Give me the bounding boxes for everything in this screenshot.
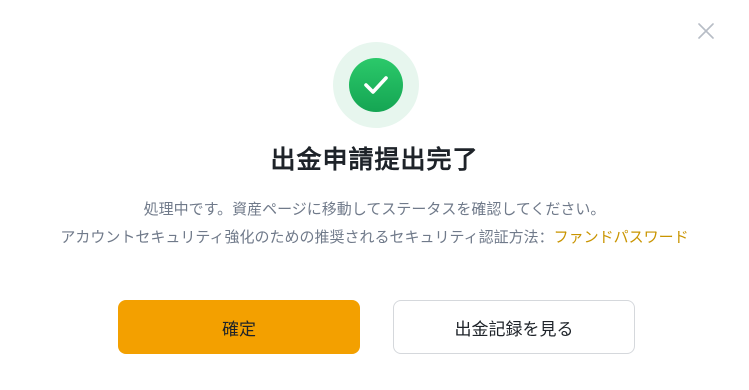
success-circle — [349, 58, 403, 112]
view-withdrawal-history-button[interactable]: 出金記録を見る — [393, 300, 635, 354]
security-recommendation: アカウントセキュリティ強化のための推奨されるセキュリティ認証方法：ファンドパスワ… — [0, 226, 749, 247]
status-message: 処理中です。資産ページに移動してステータスを確認してください。 — [143, 200, 606, 218]
dialog-title: 出金申請提出完了 — [270, 145, 479, 174]
withdrawal-success-dialog: 出金申請提出完了 処理中です。資産ページに移動してステータスを確認してください。… — [0, 0, 749, 390]
confirm-button[interactable]: 確定 — [118, 300, 360, 354]
checkmark-icon — [364, 76, 388, 94]
success-badge — [333, 42, 419, 128]
close-button[interactable] — [695, 20, 717, 42]
security-recommendation-text: アカウントセキュリティ強化のための推奨されるセキュリティ認証方法： — [60, 228, 554, 246]
fund-password-link[interactable]: ファンドパスワード — [554, 228, 689, 246]
close-icon — [698, 23, 714, 39]
